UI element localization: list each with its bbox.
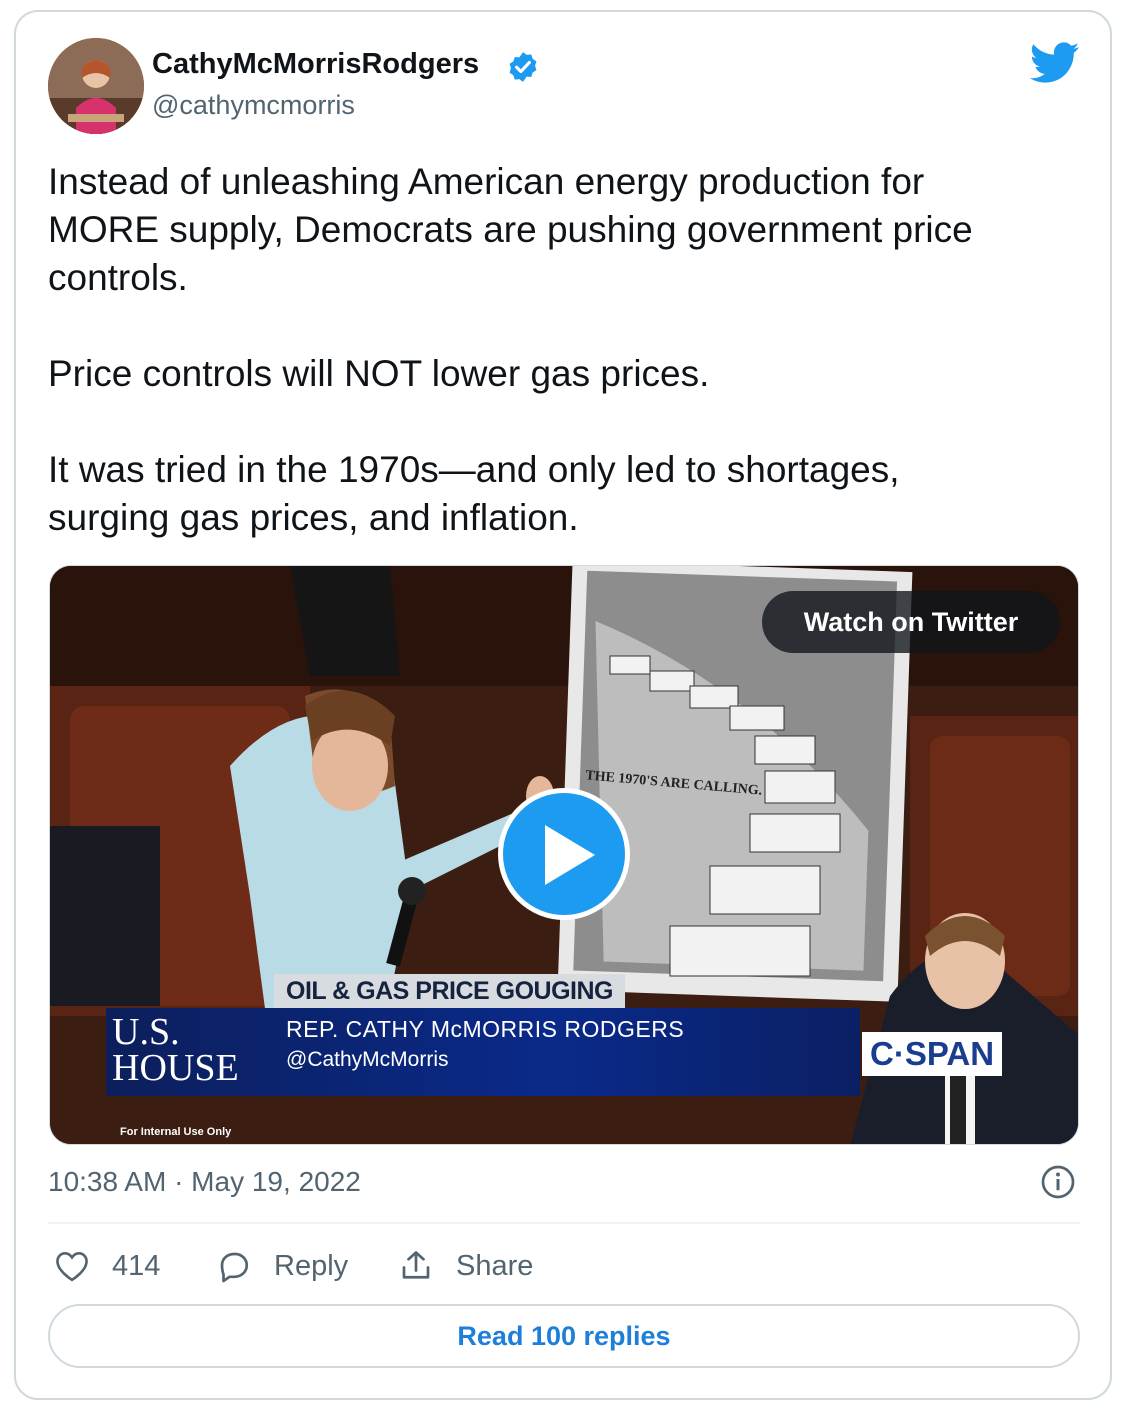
info-icon[interactable] (1040, 1164, 1076, 1200)
author-avatar[interactable] (48, 38, 144, 134)
author-name[interactable]: CathyMcMorrisRodgers (152, 48, 479, 81)
tweet-text: Instead of unleashing American energy pr… (48, 161, 973, 538)
play-button[interactable] (498, 788, 630, 920)
us-house-line1: U.S. (112, 1011, 180, 1053)
share-button[interactable]: Share (398, 1246, 533, 1286)
share-label: Share (456, 1249, 534, 1282)
heart-icon (56, 1252, 88, 1282)
avatar-photo (48, 38, 144, 134)
watch-on-twitter-button[interactable]: Watch on Twitter (762, 591, 1060, 653)
cspan-logo: C·SPAN (862, 1032, 1003, 1076)
play-icon (545, 825, 595, 885)
internal-use-note: For Internal Use Only (120, 1126, 232, 1138)
divider (48, 1222, 1080, 1224)
verified-badge-icon (509, 52, 537, 82)
read-replies-button[interactable]: Read 100 replies (48, 1304, 1080, 1368)
reply-button[interactable]: Reply (216, 1246, 348, 1286)
like-count: 414 (112, 1249, 161, 1282)
reply-label: Reply (274, 1249, 349, 1282)
video-player[interactable]: THE 1970'S ARE CALLING. Watch on Twitter… (49, 565, 1079, 1145)
author-handle[interactable]: @cathymcmorris (152, 90, 355, 121)
tweet-timestamp[interactable]: 10:38 AM · May 19, 2022 (48, 1166, 361, 1198)
twitter-bird-icon[interactable] (1030, 42, 1080, 84)
chyron-topic: OIL & GAS PRICE GOUGING (274, 974, 625, 1008)
us-house-line2: HOUSE (112, 1047, 239, 1089)
share-icon (402, 1251, 430, 1279)
us-house-logo: U.S. HOUSE (112, 1011, 252, 1089)
speaker-name: REP. CATHY McMORRIS RODGERS (286, 1016, 685, 1042)
reply-bubble-icon (220, 1252, 249, 1283)
speaker-handle: @CathyMcMorris (286, 1048, 449, 1071)
like-button[interactable]: 414 (54, 1246, 160, 1286)
